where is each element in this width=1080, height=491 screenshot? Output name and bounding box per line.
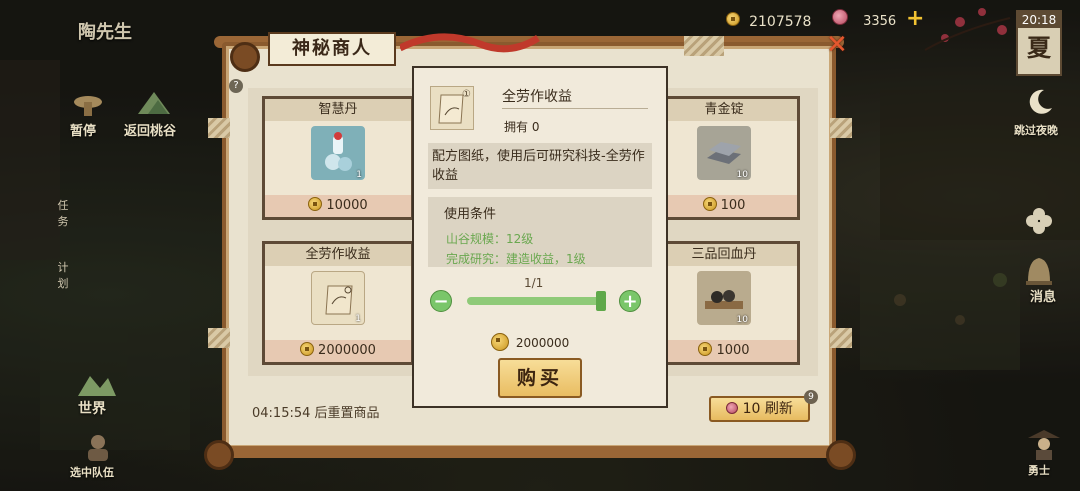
coin-counter: 2107578 xyxy=(726,11,811,30)
refresh-label: 刷新 xyxy=(764,401,793,417)
warrior-icon xyxy=(1028,430,1060,460)
coin-amount: 2107578 xyxy=(749,14,812,30)
moon-icon xyxy=(1029,89,1052,114)
plan-tab-char: 划 xyxy=(57,277,69,290)
time-display: 20:18 xyxy=(1018,12,1060,28)
task-tab[interactable]: 任 务 xyxy=(56,198,70,230)
shell-counter: 3356 xyxy=(832,9,896,29)
task-tab-char: 任 xyxy=(57,199,69,212)
shop-item-card[interactable]: 三品回血丹 10 1000 xyxy=(648,241,800,365)
cart-wheel-decoration xyxy=(230,42,260,72)
item-price: 100 xyxy=(651,195,797,217)
add-currency-button[interactable]: + xyxy=(906,6,924,31)
help-icon[interactable]: ? xyxy=(229,79,243,93)
reset-timer: 04:15:54 后重置商品 xyxy=(252,406,380,421)
item-name: 全劳作收益 xyxy=(265,244,411,266)
conditions-title: 使用条件 xyxy=(444,207,497,222)
detail-item-name: 全劳作收益 xyxy=(502,89,572,105)
coin-icon xyxy=(300,342,315,356)
pause-icon xyxy=(74,96,102,116)
skip-night-button[interactable]: 跳过夜晚 xyxy=(1014,122,1058,138)
rope-decoration xyxy=(684,36,724,56)
season-clock[interactable]: 20:18 夏 xyxy=(1016,10,1062,76)
rope-decoration xyxy=(208,118,230,138)
item-description: 配方图纸，使用后可研究科技-全劳作收益 xyxy=(428,143,652,189)
item-price: 10000 xyxy=(265,195,411,217)
message-button[interactable]: 消息 xyxy=(1030,286,1056,305)
refresh-count-badge: 9 xyxy=(804,390,818,404)
scroll-bottom-rod xyxy=(214,446,844,458)
coin-icon xyxy=(308,197,323,211)
item-price: 1000 xyxy=(651,340,797,362)
item-quantity: 1 xyxy=(355,314,361,324)
select-team-button[interactable]: 选中队伍 xyxy=(70,464,114,480)
task-tab-char: 务 xyxy=(57,215,69,228)
detail-scroll-icon: ① xyxy=(430,86,474,130)
owned-count: 拥有 0 xyxy=(504,120,540,134)
coin-icon xyxy=(702,197,717,211)
item-price-value: 100 xyxy=(720,198,746,213)
player-name: 陶先生 xyxy=(78,22,132,43)
rope-decoration xyxy=(830,118,852,138)
total-price-value: 2000000 xyxy=(515,336,570,350)
coin-icon xyxy=(698,342,713,356)
plan-tab-char: 计 xyxy=(57,261,69,274)
world-map-icon xyxy=(78,376,116,396)
warrior-button[interactable]: 勇士 xyxy=(1028,462,1050,478)
refresh-button[interactable]: 10 刷新 xyxy=(709,396,810,422)
ingot-icon: 10 xyxy=(697,126,751,180)
decrease-quantity-button[interactable]: − xyxy=(430,290,452,312)
close-button[interactable]: ✕ xyxy=(826,30,848,60)
quantity-slider[interactable] xyxy=(467,297,603,305)
item-quantity: 10 xyxy=(736,315,748,325)
item-quantity: 1 xyxy=(356,170,362,180)
rope-decoration xyxy=(830,328,852,348)
clover-menu-icon[interactable] xyxy=(1024,206,1054,236)
recipe-level-badge: ① xyxy=(462,89,471,100)
scroll-wheel-right xyxy=(826,440,856,470)
rope-decoration xyxy=(208,328,230,348)
scroll-icon: 1 xyxy=(311,271,365,325)
item-name: 三品回血丹 xyxy=(651,244,797,266)
shell-amount: 3356 xyxy=(863,14,897,29)
condition-valley-level: 山谷规模：12级 xyxy=(446,232,534,246)
shop-item-card[interactable]: 青金锭 10 100 xyxy=(648,96,800,220)
world-button[interactable]: 世界 xyxy=(78,398,106,418)
quantity-slider-handle[interactable] xyxy=(596,291,606,311)
season-label: 夏 xyxy=(1027,34,1051,62)
total-price: 2000000 xyxy=(491,333,569,351)
plan-tab[interactable]: 计 划 xyxy=(56,260,70,292)
item-quantity: 10 xyxy=(736,170,748,180)
divider xyxy=(502,108,648,109)
shop-title: 神秘商人 xyxy=(268,32,396,66)
ribbon-decoration xyxy=(400,33,540,53)
shell-currency-icon xyxy=(832,9,848,25)
return-valley-icon xyxy=(138,92,170,114)
quantity-indicator: 1/1 xyxy=(524,276,544,290)
team-icon xyxy=(88,435,108,461)
buy-button[interactable]: 购买 xyxy=(498,358,582,398)
coin-icon xyxy=(726,12,740,26)
pill-tray-icon: 10 xyxy=(697,271,751,325)
item-price-value: 2000000 xyxy=(318,343,376,358)
refresh-cost: 10 xyxy=(742,401,761,417)
item-price-value: 10000 xyxy=(326,198,368,213)
item-name: 青金锭 xyxy=(651,99,797,121)
potion-icon: 1 xyxy=(311,126,365,180)
return-valley-button[interactable]: 返回桃谷 xyxy=(124,120,176,139)
coin-icon xyxy=(491,333,509,351)
increase-quantity-button[interactable]: + xyxy=(619,290,641,312)
scroll-wheel-left xyxy=(204,440,234,470)
item-price-value: 1000 xyxy=(716,343,750,358)
shop-item-card[interactable]: 全劳作收益 1 2000000 xyxy=(262,241,414,365)
pause-button[interactable]: 暂停 xyxy=(70,120,96,139)
item-price: 2000000 xyxy=(265,340,411,362)
shell-currency-icon xyxy=(726,402,739,414)
bell-icon xyxy=(1026,258,1052,285)
shop-item-card[interactable]: 智慧丹 1 10000 xyxy=(262,96,414,220)
condition-research: 完成研究：建造收益，1级 xyxy=(446,252,586,266)
item-name: 智慧丹 xyxy=(265,99,411,121)
